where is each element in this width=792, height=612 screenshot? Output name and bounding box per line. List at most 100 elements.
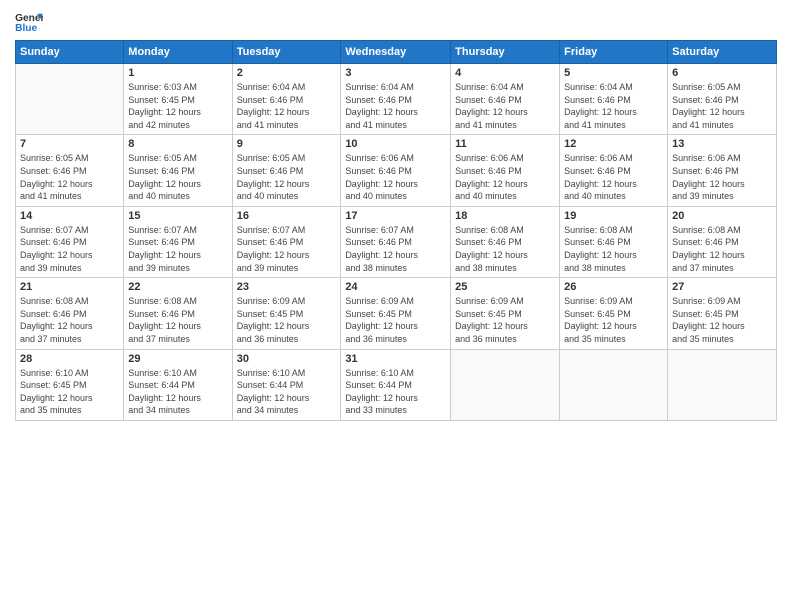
calendar-cell: 13Sunrise: 6:06 AMSunset: 6:46 PMDayligh… (668, 135, 777, 206)
weekday-header-tuesday: Tuesday (232, 41, 341, 64)
calendar-cell: 27 Sunrise: 6:09 AMSunset: 6:45 PMDayligh… (668, 278, 777, 349)
calendar-cell: 15 Sunrise: 6:07 AMSunset: 6:46 PMDayligh… (124, 206, 232, 277)
calendar-week-row: 1 Sunrise: 6:03 AMSunset: 6:45 PMDaylight… (16, 64, 777, 135)
calendar-cell: 6 Sunrise: 6:05 AMSunset: 6:46 PMDaylight… (668, 64, 777, 135)
day-info: Sunrise: 6:10 AMSunset: 6:45 PMDaylight:… (20, 367, 119, 417)
calendar-cell: 5 Sunrise: 6:04 AMSunset: 6:46 PMDaylight… (560, 64, 668, 135)
day-number: 13 (672, 138, 772, 150)
calendar-cell: 18 Sunrise: 6:08 AMSunset: 6:46 PMDayligh… (451, 206, 560, 277)
day-number: 14 (20, 210, 119, 222)
day-info: Sunrise: 6:04 AMSunset: 6:46 PMDaylight:… (237, 81, 337, 131)
weekday-header-saturday: Saturday (668, 41, 777, 64)
day-info: Sunrise: 6:09 AMSunset: 6:45 PMDaylight:… (564, 295, 663, 345)
weekday-header-thursday: Thursday (451, 41, 560, 64)
calendar-cell: 14 Sunrise: 6:07 AMSunset: 6:46 PMDayligh… (16, 206, 124, 277)
day-number: 17 (345, 210, 446, 222)
calendar-cell: 19 Sunrise: 6:08 AMSunset: 6:46 PMDayligh… (560, 206, 668, 277)
calendar-week-row: 14 Sunrise: 6:07 AMSunset: 6:46 PMDayligh… (16, 206, 777, 277)
calendar-cell: 28 Sunrise: 6:10 AMSunset: 6:45 PMDayligh… (16, 349, 124, 420)
day-number: 6 (672, 67, 772, 79)
calendar-cell: 25 Sunrise: 6:09 AMSunset: 6:45 PMDayligh… (451, 278, 560, 349)
weekday-header-row: SundayMondayTuesdayWednesdayThursdayFrid… (16, 41, 777, 64)
day-info: Sunrise: 6:08 AMSunset: 6:46 PMDaylight:… (564, 224, 663, 274)
day-info: Sunrise: 6:05 AMSunset: 6:46 PMDaylight:… (20, 152, 119, 202)
logo: General Blue (15, 10, 43, 34)
day-info: Sunrise: 6:10 AMSunset: 6:44 PMDaylight:… (128, 367, 227, 417)
day-number: 28 (20, 353, 119, 365)
calendar-cell: 21 Sunrise: 6:08 AMSunset: 6:46 PMDayligh… (16, 278, 124, 349)
calendar-cell: 24 Sunrise: 6:09 AMSunset: 6:45 PMDayligh… (341, 278, 451, 349)
day-info: Sunrise: 6:05 AMSunset: 6:46 PMDaylight:… (237, 152, 337, 202)
svg-text:Blue: Blue (15, 23, 37, 34)
day-info: Sunrise: 6:05 AMSunset: 6:46 PMDaylight:… (672, 81, 772, 131)
day-info: Sunrise: 6:08 AMSunset: 6:46 PMDaylight:… (128, 295, 227, 345)
day-info: Sunrise: 6:09 AMSunset: 6:45 PMDaylight:… (455, 295, 555, 345)
day-number: 2 (237, 67, 337, 79)
calendar-table: SundayMondayTuesdayWednesdayThursdayFrid… (15, 40, 777, 421)
day-number: 16 (237, 210, 337, 222)
day-number: 29 (128, 353, 227, 365)
weekday-header-friday: Friday (560, 41, 668, 64)
day-info: Sunrise: 6:07 AMSunset: 6:46 PMDaylight:… (345, 224, 446, 274)
calendar-cell: 11 Sunrise: 6:06 AMSunset: 6:46 PMDayligh… (451, 135, 560, 206)
day-info: Sunrise: 6:05 AMSunset: 6:46 PMDaylight:… (128, 152, 227, 202)
day-number: 19 (564, 210, 663, 222)
day-info: Sunrise: 6:06 AMSunset: 6:46 PMDaylight:… (455, 152, 555, 202)
calendar-week-row: 21 Sunrise: 6:08 AMSunset: 6:46 PMDayligh… (16, 278, 777, 349)
day-info: Sunrise: 6:07 AMSunset: 6:46 PMDaylight:… (20, 224, 119, 274)
day-info: Sunrise: 6:09 AMSunset: 6:45 PMDaylight:… (672, 295, 772, 345)
day-number: 21 (20, 281, 119, 293)
day-number: 24 (345, 281, 446, 293)
page-header: General Blue (15, 10, 777, 34)
day-info: Sunrise: 6:10 AMSunset: 6:44 PMDaylight:… (345, 367, 446, 417)
calendar-cell: 31 Sunrise: 6:10 AMSunset: 6:44 PMDayligh… (341, 349, 451, 420)
day-info: Sunrise: 6:07 AMSunset: 6:46 PMDaylight:… (128, 224, 227, 274)
day-number: 1 (128, 67, 227, 79)
calendar-cell: 22Sunrise: 6:08 AMSunset: 6:46 PMDayligh… (124, 278, 232, 349)
day-number: 4 (455, 67, 555, 79)
calendar-cell: 1 Sunrise: 6:03 AMSunset: 6:45 PMDaylight… (124, 64, 232, 135)
day-number: 23 (237, 281, 337, 293)
day-info: Sunrise: 6:09 AMSunset: 6:45 PMDaylight:… (237, 295, 337, 345)
day-number: 27 (672, 281, 772, 293)
day-info: Sunrise: 6:04 AMSunset: 6:46 PMDaylight:… (564, 81, 663, 131)
day-info: Sunrise: 6:03 AMSunset: 6:45 PMDaylight:… (128, 81, 227, 131)
day-number: 11 (455, 138, 555, 150)
calendar-cell: 2 Sunrise: 6:04 AMSunset: 6:46 PMDaylight… (232, 64, 341, 135)
day-info: Sunrise: 6:04 AMSunset: 6:46 PMDaylight:… (345, 81, 446, 131)
day-info: Sunrise: 6:08 AMSunset: 6:46 PMDaylight:… (455, 224, 555, 274)
day-number: 5 (564, 67, 663, 79)
day-info: Sunrise: 6:07 AMSunset: 6:46 PMDaylight:… (237, 224, 337, 274)
day-number: 10 (345, 138, 446, 150)
calendar-cell: 16 Sunrise: 6:07 AMSunset: 6:46 PMDayligh… (232, 206, 341, 277)
day-number: 15 (128, 210, 227, 222)
calendar-cell: 9 Sunrise: 6:05 AMSunset: 6:46 PMDaylight… (232, 135, 341, 206)
day-info: Sunrise: 6:06 AMSunset: 6:46 PMDaylight:… (345, 152, 446, 202)
calendar-cell: 8 Sunrise: 6:05 AMSunset: 6:46 PMDaylight… (124, 135, 232, 206)
weekday-header-monday: Monday (124, 41, 232, 64)
day-number: 8 (128, 138, 227, 150)
calendar-cell: 17 Sunrise: 6:07 AMSunset: 6:46 PMDayligh… (341, 206, 451, 277)
day-info: Sunrise: 6:10 AMSunset: 6:44 PMDaylight:… (237, 367, 337, 417)
day-number: 7 (20, 138, 119, 150)
weekday-header-wednesday: Wednesday (341, 41, 451, 64)
day-info: Sunrise: 6:08 AMSunset: 6:46 PMDaylight:… (20, 295, 119, 345)
calendar-cell: 26Sunrise: 6:09 AMSunset: 6:45 PMDayligh… (560, 278, 668, 349)
page-container: General Blue SundayMondayTuesdayWednesda… (0, 0, 792, 612)
calendar-cell: 30 Sunrise: 6:10 AMSunset: 6:44 PMDayligh… (232, 349, 341, 420)
day-number: 20 (672, 210, 772, 222)
day-number: 9 (237, 138, 337, 150)
calendar-cell: 12Sunrise: 6:06 AMSunset: 6:46 PMDayligh… (560, 135, 668, 206)
day-number: 25 (455, 281, 555, 293)
day-number: 12 (564, 138, 663, 150)
calendar-cell: 7 Sunrise: 6:05 AMSunset: 6:46 PMDaylight… (16, 135, 124, 206)
calendar-cell: 3 Sunrise: 6:04 AMSunset: 6:46 PMDaylight… (341, 64, 451, 135)
calendar-cell: 29 Sunrise: 6:10 AMSunset: 6:44 PMDayligh… (124, 349, 232, 420)
day-number: 18 (455, 210, 555, 222)
day-number: 31 (345, 353, 446, 365)
day-info: Sunrise: 6:09 AMSunset: 6:45 PMDaylight:… (345, 295, 446, 345)
day-number: 30 (237, 353, 337, 365)
day-number: 3 (345, 67, 446, 79)
calendar-week-row: 7 Sunrise: 6:05 AMSunset: 6:46 PMDaylight… (16, 135, 777, 206)
calendar-cell: 10 Sunrise: 6:06 AMSunset: 6:46 PMDayligh… (341, 135, 451, 206)
